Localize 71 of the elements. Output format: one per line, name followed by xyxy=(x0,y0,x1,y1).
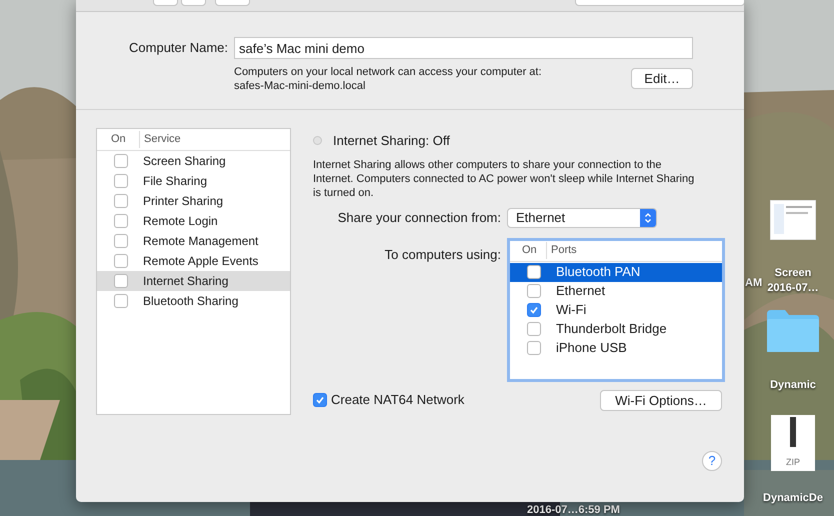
computer-name-field[interactable]: safe’s Mac mini demo xyxy=(234,37,693,59)
port-row[interactable]: Wi-Fi xyxy=(510,300,722,320)
service-label: Remote Login xyxy=(143,213,218,230)
wifi-options-button[interactable]: Wi-Fi Options… xyxy=(600,390,722,410)
local-address: safes-Mac-mini-demo.local xyxy=(234,79,366,93)
icon-label: DynamicDe xyxy=(763,491,823,506)
checkbox[interactable] xyxy=(114,154,128,168)
edit-button[interactable]: Edit… xyxy=(631,68,693,89)
service-label: Printer Sharing xyxy=(143,193,224,210)
service-label: Screen Sharing xyxy=(143,153,226,170)
icon-label: Dynamic xyxy=(770,378,816,393)
service-label: Internet Sharing xyxy=(143,273,228,290)
service-row[interactable]: Remote Apple Events xyxy=(97,251,290,271)
checkbox[interactable] xyxy=(114,194,128,208)
icon-label: AM xyxy=(745,276,762,291)
service-row[interactable]: Printer Sharing xyxy=(97,191,290,211)
service-label: Remote Apple Events xyxy=(143,253,258,270)
checkmark-icon xyxy=(315,395,325,405)
checkbox[interactable] xyxy=(114,294,128,308)
service-row[interactable]: Internet Sharing xyxy=(97,271,290,291)
checkbox[interactable] xyxy=(527,322,541,336)
port-label: Thunderbolt Bridge xyxy=(556,320,667,338)
zip-file-icon[interactable]: ZIP xyxy=(771,415,815,471)
port-row[interactable]: Ethernet xyxy=(510,282,722,300)
file-type-label: ZIP xyxy=(786,456,800,468)
service-row[interactable]: Bluetooth Sharing xyxy=(97,291,290,311)
help-button[interactable]: ? xyxy=(702,450,722,470)
checkbox[interactable] xyxy=(114,234,128,248)
service-row[interactable]: Remote Management xyxy=(97,231,290,251)
icon-label: Screen xyxy=(774,266,812,281)
checkbox[interactable] xyxy=(527,284,541,298)
column-header: On xyxy=(110,132,127,148)
checkbox[interactable] xyxy=(527,341,541,355)
checkbox[interactable] xyxy=(114,214,128,228)
checkbox[interactable] xyxy=(114,174,128,188)
folder-icon[interactable] xyxy=(765,308,821,354)
network-note: Computers on your local network can access your computer at: xyxy=(234,65,542,79)
checkbox[interactable] xyxy=(527,265,541,279)
field-label: To computers using: xyxy=(384,246,501,264)
port-row[interactable]: iPhone USB xyxy=(510,338,722,358)
port-row[interactable]: Thunderbolt Bridge xyxy=(510,320,722,338)
service-label: File Sharing xyxy=(143,173,208,190)
zipper-icon xyxy=(789,417,797,447)
connection-dropdown[interactable]: Ethernet xyxy=(507,208,657,228)
column-header: On xyxy=(521,243,538,258)
port-row[interactable]: Bluetooth PAN xyxy=(510,262,722,282)
checkbox[interactable] xyxy=(313,393,327,407)
checkbox[interactable] xyxy=(114,254,128,268)
port-label: iPhone USB xyxy=(556,339,627,358)
icon-label: 2016-07… xyxy=(767,281,819,296)
checkmark-icon xyxy=(529,305,539,315)
checkbox-label: Create NAT64 Network xyxy=(331,391,464,410)
field-label: Computer Name: xyxy=(128,39,228,58)
service-label: Remote Management xyxy=(143,233,258,250)
screenshot-thumbnail-icon[interactable] xyxy=(770,200,816,240)
port-label: Ethernet xyxy=(556,282,606,300)
icon-label: 2016-07…6:59 PM xyxy=(527,503,620,516)
checkbox[interactable] xyxy=(114,274,128,288)
field-label: Share your connection from: xyxy=(336,208,501,227)
column-header: Service xyxy=(139,131,181,148)
service-row[interactable]: File Sharing xyxy=(97,171,290,191)
service-label: Bluetooth Sharing xyxy=(143,293,238,310)
status-label: Internet Sharing: Off xyxy=(333,132,450,150)
service-row[interactable]: Remote Login xyxy=(97,211,290,231)
checkbox[interactable] xyxy=(527,303,541,317)
column-header: Ports xyxy=(546,242,577,259)
stepper-arrows-icon xyxy=(644,212,652,224)
port-label: Bluetooth PAN xyxy=(556,263,640,282)
port-label: Wi-Fi xyxy=(556,301,586,320)
description-text: Internet Sharing allows other computers to share your connection to the Internet. Computers connected to AC power won't sleep while Internet Sharing is turned on. xyxy=(313,158,695,200)
service-row[interactable]: Screen Sharing xyxy=(97,151,290,171)
